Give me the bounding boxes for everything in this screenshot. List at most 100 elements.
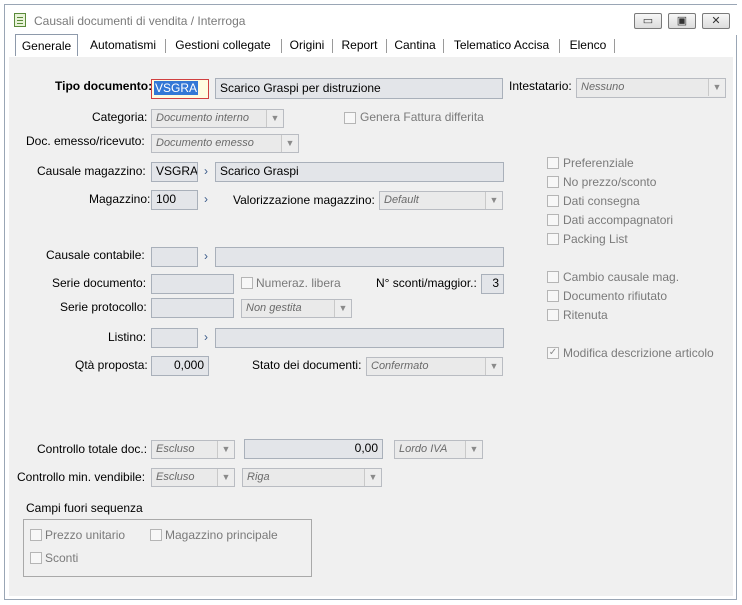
qta-proposta-label: Qtà proposta: [75, 358, 148, 372]
chevron-down-icon: ▼ [334, 300, 351, 317]
prezzo-unitario-label: Prezzo unitario [45, 528, 126, 542]
doc-emesso-value: Documento emesso [156, 137, 254, 149]
modifica-descrizione-label: Modifica descrizione articolo [563, 346, 714, 360]
tab-telematico-accisa[interactable]: Telematico Accisa [448, 36, 555, 55]
chevron-down-icon: ▼ [364, 469, 381, 486]
chevron-down-icon: ▼ [281, 135, 298, 152]
documento-rifiutato-label: Documento rifiutato [563, 289, 668, 303]
tipo-documento-code-text: VSGRA [154, 81, 199, 95]
stato-documenti-value: Confermato [371, 360, 429, 372]
documento-rifiutato-checkbox[interactable] [547, 290, 559, 302]
causale-magazzino-zoom-icon[interactable]: › [199, 162, 213, 181]
listino-code-field[interactable] [151, 328, 198, 348]
genera-fattura-label: Genera Fattura differita [360, 110, 484, 124]
ritenuta-checkbox[interactable] [547, 309, 559, 321]
chevron-down-icon: ▼ [217, 469, 234, 486]
check-icon: ✓ [548, 347, 558, 358]
tab-generale[interactable]: Generale [15, 34, 78, 56]
numeraz-libera-checkbox[interactable] [241, 277, 253, 289]
modifica-descrizione-checkbox[interactable]: ✓ [547, 347, 559, 359]
dati-accompagnatori-label: Dati accompagnatori [563, 213, 674, 227]
intestatario-label: Intestatario: [509, 79, 572, 93]
chevron-down-icon: ▼ [485, 192, 502, 209]
tipo-documento-label: Tipo documento: [55, 79, 153, 93]
tab-origini[interactable]: Origini [286, 36, 328, 55]
stato-documenti-label: Stato dei documenti: [252, 358, 362, 372]
categoria-label: Categoria: [92, 110, 148, 124]
causale-contabile-zoom-icon[interactable]: › [199, 247, 213, 266]
tab-separator [332, 39, 333, 53]
intestatario-value: Nessuno [581, 81, 625, 93]
tab-elenco[interactable]: Elenco [564, 36, 612, 55]
causale-magazzino-code-field[interactable]: VSGRA [151, 162, 198, 182]
serie-protocollo-mode-select[interactable]: Non gestita ▼ [241, 299, 352, 318]
listino-zoom-icon[interactable]: › [199, 328, 213, 347]
causale-contabile-label: Causale contabile: [46, 248, 145, 262]
categoria-select[interactable]: Documento interno ▼ [151, 109, 284, 128]
preferenziale-label: Preferenziale [563, 156, 634, 170]
tab-cantina[interactable]: Cantina [391, 36, 439, 55]
prezzo-unitario-checkbox[interactable] [30, 529, 42, 541]
causale-magazzino-description-field[interactable]: Scarico Graspi [215, 162, 504, 182]
stato-documenti-select[interactable]: Confermato ▼ [366, 357, 503, 376]
serie-documento-field[interactable] [151, 274, 234, 294]
ritenuta-label: Ritenuta [563, 308, 608, 322]
tab-gestioni-collegate[interactable]: Gestioni collegate [170, 36, 276, 55]
serie-protocollo-label: Serie protocollo: [60, 300, 147, 314]
genera-fattura-checkbox[interactable] [344, 112, 356, 124]
controllo-min-mode-value: Escluso [156, 471, 195, 483]
tab-automatismi[interactable]: Automatismi [84, 36, 162, 55]
causale-contabile-description-field[interactable] [215, 247, 504, 267]
no-prezzo-sconto-label: No prezzo/sconto [563, 175, 657, 189]
qta-proposta-field[interactable]: 0,000 [151, 356, 209, 376]
categoria-value: Documento interno [156, 112, 249, 124]
controllo-min-scope-value: Riga [247, 471, 270, 483]
causale-contabile-code-field[interactable] [151, 247, 198, 267]
causale-magazzino-label: Causale magazzino: [37, 164, 146, 178]
cambio-causale-checkbox[interactable] [547, 271, 559, 283]
dati-consegna-checkbox[interactable] [547, 195, 559, 207]
tab-separator [281, 39, 282, 53]
magazzino-field[interactable]: 100 [151, 190, 198, 210]
serie-documento-label: Serie documento: [52, 276, 147, 290]
listino-description-field[interactable] [215, 328, 504, 348]
magazzino-principale-checkbox[interactable] [150, 529, 162, 541]
chevron-down-icon: ▼ [266, 110, 283, 127]
valorizzazione-label: Valorizzazione magazzino: [233, 193, 375, 207]
controllo-totale-basis-value: Lordo IVA [399, 443, 448, 455]
no-prezzo-sconto-checkbox[interactable] [547, 176, 559, 188]
numeraz-libera-label: Numeraz. libera [256, 276, 341, 290]
serie-protocollo-mode-value: Non gestita [246, 302, 302, 314]
chevron-down-icon: ▼ [708, 79, 725, 96]
magazzino-zoom-icon[interactable]: › [199, 190, 213, 209]
chevron-down-icon: ▼ [485, 358, 502, 375]
tab-separator [443, 39, 444, 53]
controllo-min-label: Controllo min. vendibile: [17, 470, 146, 484]
serie-protocollo-field[interactable] [151, 298, 234, 318]
controllo-totale-basis-select[interactable]: Lordo IVA ▼ [394, 440, 483, 459]
dati-accompagnatori-checkbox[interactable] [547, 214, 559, 226]
tipo-documento-code-field[interactable]: VSGRA [151, 79, 209, 99]
n-sconti-field[interactable]: 3 [481, 274, 504, 294]
doc-emesso-label: Doc. emesso/ricevuto: [26, 134, 145, 148]
preferenziale-checkbox[interactable] [547, 157, 559, 169]
tab-separator [614, 39, 615, 53]
packing-list-checkbox[interactable] [547, 233, 559, 245]
controllo-min-mode-select[interactable]: Escluso ▼ [151, 468, 235, 487]
tipo-documento-description-field[interactable]: Scarico Graspi per distruzione [215, 78, 503, 99]
tab-separator [165, 39, 166, 53]
campi-fuori-sequenza-title: Campi fuori sequenza [26, 501, 143, 515]
magazzino-label: Magazzino: [89, 192, 151, 206]
controllo-min-scope-select[interactable]: Riga ▼ [242, 468, 382, 487]
sconti-checkbox[interactable] [30, 552, 42, 564]
chevron-down-icon: ▼ [465, 441, 482, 458]
valorizzazione-select[interactable]: Default ▼ [379, 191, 503, 210]
doc-emesso-select[interactable]: Documento emesso ▼ [151, 134, 299, 153]
chevron-down-icon: ▼ [217, 441, 234, 458]
cambio-causale-label: Cambio causale mag. [563, 270, 680, 284]
intestatario-select[interactable]: Nessuno ▼ [576, 78, 726, 98]
controllo-totale-amount-field[interactable]: 0,00 [244, 439, 383, 459]
controllo-totale-label: Controllo totale doc.: [37, 442, 148, 456]
controllo-totale-mode-select[interactable]: Escluso ▼ [151, 440, 235, 459]
tab-report[interactable]: Report [337, 36, 382, 55]
